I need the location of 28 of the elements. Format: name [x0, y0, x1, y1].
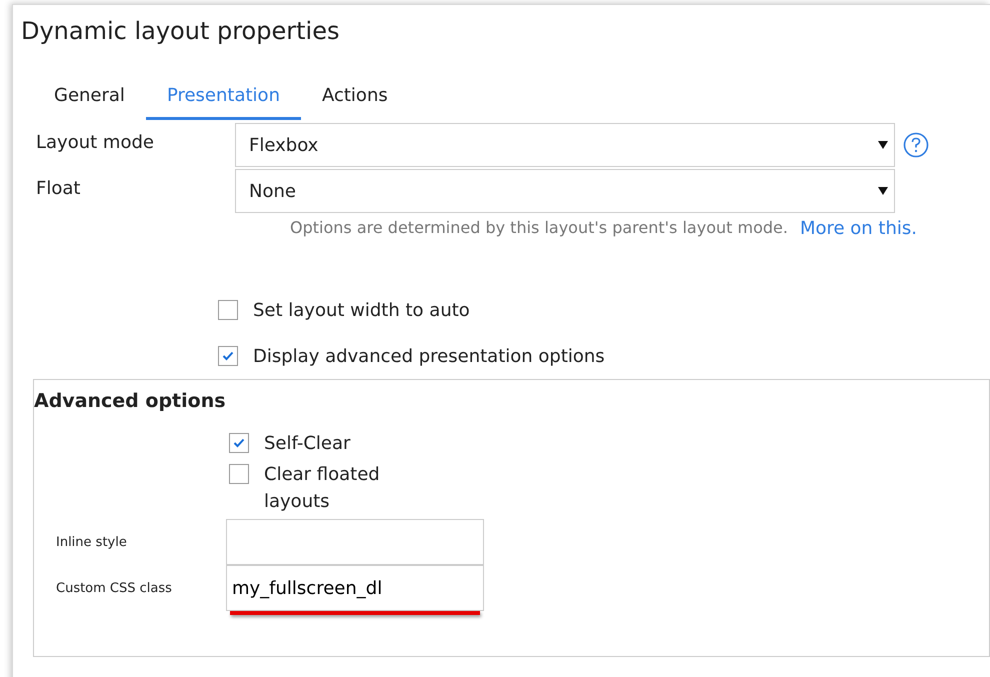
field-label: Inline style — [55, 534, 128, 550]
checkbox[interactable] — [218, 300, 238, 320]
checkmark-icon — [222, 351, 234, 361]
tab[interactable]: Actions — [300, 77, 409, 120]
caret-icon — [878, 141, 888, 149]
section-title: Advanced options — [34, 390, 227, 414]
checkbox-label: Set layout width to auto — [253, 300, 470, 320]
dropdown[interactable]: Flexbox — [235, 123, 895, 167]
tab[interactable]: General — [33, 77, 146, 120]
more-link[interactable]: More on this. — [800, 218, 917, 239]
field-label: Float — [35, 178, 82, 198]
checkbox-label: Display advanced presentation options — [253, 346, 605, 366]
field-label: Custom CSS class — [55, 580, 173, 596]
input-field[interactable] — [226, 519, 484, 565]
help-icon[interactable] — [903, 132, 929, 158]
checkmark-icon — [233, 438, 245, 448]
window-title: Dynamic layout properties — [21, 17, 340, 47]
field-label: Layout mode — [35, 132, 155, 152]
input-field[interactable]: my_fullscreen_dl — [226, 565, 484, 611]
caret-icon — [878, 187, 888, 195]
hint-text: Options are determined by this layout's parent's layout mode. — [290, 218, 788, 239]
checkbox[interactable] — [218, 346, 238, 366]
dropdown[interactable]: None — [235, 169, 895, 213]
checkbox[interactable] — [229, 433, 249, 453]
tab[interactable]: Presentation — [146, 77, 301, 120]
checkbox-label: Self-Clear — [264, 432, 352, 456]
checkbox-label: Clear floated layouts — [264, 463, 381, 514]
checkbox[interactable] — [229, 464, 249, 484]
